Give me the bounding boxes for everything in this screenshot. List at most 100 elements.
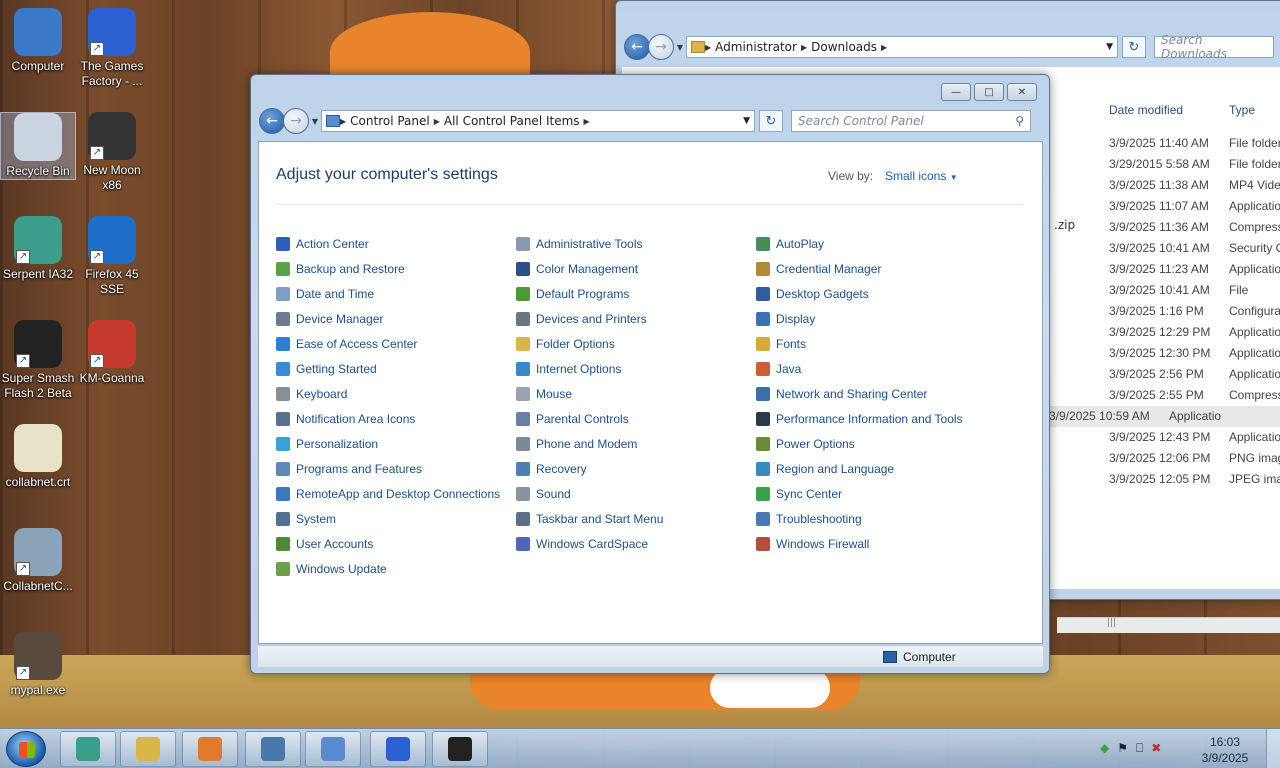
file-row[interactable]: 3/9/2025 11:40 AM File folder <box>1109 133 1280 154</box>
volume-muted-icon[interactable]: ✖ <box>1151 741 1161 756</box>
file-row[interactable]: 3/9/2025 11:38 AM MP4 Video <box>1109 175 1280 196</box>
file-row[interactable]: 3/9/2025 10:41 AM File <box>1109 280 1280 301</box>
taskbar-button[interactable] <box>245 731 301 767</box>
minimize-button[interactable]: — <box>941 83 971 101</box>
address-dropdown-icon[interactable]: ▼ <box>1106 42 1113 52</box>
control-panel-item[interactable]: Devices and Printers <box>516 306 663 331</box>
file-row[interactable]: 3/9/2025 12:29 PM Applicatio <box>1109 322 1280 343</box>
control-panel-item[interactable]: Keyboard <box>276 381 500 406</box>
taskbar-button[interactable] <box>305 731 361 767</box>
file-row[interactable]: 3/9/2025 12:43 PM Applicatio <box>1109 427 1280 448</box>
control-panel-item[interactable]: Sync Center <box>756 481 963 506</box>
control-panel-item[interactable]: Troubleshooting <box>756 506 963 531</box>
desktop-icon[interactable]: Recycle Bin <box>0 112 76 180</box>
start-button[interactable] <box>6 731 46 767</box>
control-panel-item[interactable]: Programs and Features <box>276 456 500 481</box>
view-by-dropdown[interactable]: Small icons ▼ <box>885 169 958 183</box>
file-row[interactable]: 3/9/2025 10:41 AM Security C <box>1109 238 1280 259</box>
chevron-down-icon[interactable]: ▼ <box>950 173 958 182</box>
control-panel-item[interactable]: Parental Controls <box>516 406 663 431</box>
control-panel-item[interactable]: Windows CardSpace <box>516 531 663 556</box>
control-panel-item[interactable]: Performance Information and Tools <box>756 406 963 431</box>
control-panel-item[interactable]: AutoPlay <box>756 231 963 256</box>
desktop-icon[interactable]: ↗ Firefox 45 SSE <box>74 216 150 297</box>
control-panel-search-input[interactable]: Search Control Panel ⚲ <box>791 110 1031 132</box>
horizontal-scrollbar[interactable]: ||| <box>1057 617 1280 633</box>
taskbar-button[interactable] <box>60 731 116 767</box>
control-panel-item[interactable]: Display <box>756 306 963 331</box>
recent-pages-dropdown-icon[interactable]: ▼ <box>309 117 321 126</box>
refresh-icon[interactable]: ↻ <box>759 110 783 132</box>
refresh-icon[interactable]: ↻ <box>1122 36 1146 58</box>
taskbar-button[interactable] <box>370 731 426 767</box>
breadcrumb-control-panel[interactable]: Control Panel <box>350 114 430 128</box>
control-panel-item[interactable]: Java <box>756 356 963 381</box>
desktop-icon[interactable]: ↗ New Moon x86 <box>74 112 150 193</box>
control-panel-item[interactable]: Internet Options <box>516 356 663 381</box>
taskbar-button[interactable] <box>432 731 488 767</box>
show-desktop-button[interactable] <box>1266 729 1280 768</box>
scroll-thumb-grip[interactable]: ||| <box>1107 618 1116 628</box>
desktop-icon[interactable]: collabnet.crt <box>0 424 76 490</box>
control-panel-item[interactable]: Windows Firewall <box>756 531 963 556</box>
close-button[interactable]: ✕ <box>1007 83 1037 101</box>
column-type[interactable]: Type <box>1229 103 1255 117</box>
network-icon[interactable]: ⎕ <box>1136 741 1143 756</box>
file-row[interactable]: 3/29/2015 5:58 AM File folder <box>1109 154 1280 175</box>
system-clock[interactable]: 16:03 3/9/2025 <box>1200 734 1250 766</box>
recent-pages-dropdown-icon[interactable]: ▼ <box>674 43 686 52</box>
forward-arrow-icon[interactable]: → <box>283 108 309 134</box>
control-panel-item[interactable]: Network and Sharing Center <box>756 381 963 406</box>
control-panel-item[interactable]: Default Programs <box>516 281 663 306</box>
taskbar-button[interactable] <box>182 731 238 767</box>
breadcrumb-downloads[interactable]: Downloads <box>811 40 877 54</box>
control-panel-item[interactable]: Device Manager <box>276 306 500 331</box>
address-dropdown-icon[interactable]: ▼ <box>743 116 750 126</box>
desktop-icon[interactable]: ↗ The Games Factory - ... <box>74 8 150 89</box>
control-panel-window[interactable]: — □ ✕ ← → ▼ ▶ Control Panel ▶ All Contro… <box>250 74 1050 674</box>
file-row[interactable]: 3/9/2025 12:06 PM PNG imag <box>1109 448 1280 469</box>
desktop-icon[interactable]: Computer <box>0 8 76 74</box>
control-panel-item[interactable]: RemoteApp and Desktop Connections <box>276 481 500 506</box>
control-panel-item[interactable]: Ease of Access Center <box>276 331 500 356</box>
control-panel-item[interactable]: Backup and Restore <box>276 256 500 281</box>
view-by-value[interactable]: Small icons <box>885 169 946 183</box>
control-panel-item[interactable]: Administrative Tools <box>516 231 663 256</box>
desktop-icon[interactable]: ↗ CollabnetC... <box>0 528 76 594</box>
control-panel-item[interactable]: Region and Language <box>756 456 963 481</box>
control-panel-item[interactable]: Date and Time <box>276 281 500 306</box>
security-shield-icon[interactable]: ◆ <box>1100 741 1109 756</box>
downloads-address-bar[interactable]: ▶ Administrator ▶ Downloads ▶ ▼ <box>686 36 1118 58</box>
control-panel-item[interactable]: Notification Area Icons <box>276 406 500 431</box>
control-panel-item[interactable]: Sound <box>516 481 663 506</box>
action-center-flag-icon[interactable]: ⚑ <box>1117 741 1128 756</box>
back-arrow-icon[interactable]: ← <box>624 34 650 60</box>
column-date-modified[interactable]: Date modified <box>1109 103 1183 117</box>
taskbar-button[interactable] <box>120 731 176 767</box>
file-row[interactable]: 3/9/2025 12:30 PM Applicatio <box>1109 343 1280 364</box>
desktop-icon[interactable]: ↗ mypal.exe <box>0 632 76 698</box>
control-panel-item[interactable]: Folder Options <box>516 331 663 356</box>
file-row[interactable]: 3/9/2025 11:36 AM Compress <box>1109 217 1280 238</box>
control-panel-item[interactable]: Power Options <box>756 431 963 456</box>
file-row[interactable]: 3/9/2025 10:59 AM Applicatio <box>1049 406 1280 427</box>
control-panel-item[interactable]: System <box>276 506 500 531</box>
control-panel-item[interactable]: Desktop Gadgets <box>756 281 963 306</box>
control-panel-item[interactable]: Fonts <box>756 331 963 356</box>
back-arrow-icon[interactable]: ← <box>259 108 285 134</box>
control-panel-item[interactable]: Windows Update <box>276 556 500 581</box>
breadcrumb-all-items[interactable]: All Control Panel Items <box>444 114 580 128</box>
desktop-icon[interactable]: ↗ Serpent IA32 <box>0 216 76 282</box>
file-row[interactable]: 3/9/2025 12:05 PM JPEG imag <box>1109 469 1280 490</box>
file-row[interactable]: 3/9/2025 2:55 PM Compress <box>1109 385 1280 406</box>
control-panel-item[interactable]: Taskbar and Start Menu <box>516 506 663 531</box>
file-row[interactable]: 3/9/2025 11:07 AM Application <box>1109 196 1280 217</box>
forward-arrow-icon[interactable]: → <box>648 34 674 60</box>
control-panel-item[interactable]: Personalization <box>276 431 500 456</box>
search-icon[interactable]: ⚲ <box>1015 114 1024 128</box>
control-panel-item[interactable]: Mouse <box>516 381 663 406</box>
maximize-button[interactable]: □ <box>974 83 1004 101</box>
downloads-search-input[interactable]: Search Downloads <box>1154 33 1274 61</box>
control-panel-address-bar[interactable]: ▶ Control Panel ▶ All Control Panel Item… <box>321 110 755 132</box>
control-panel-item[interactable]: User Accounts <box>276 531 500 556</box>
